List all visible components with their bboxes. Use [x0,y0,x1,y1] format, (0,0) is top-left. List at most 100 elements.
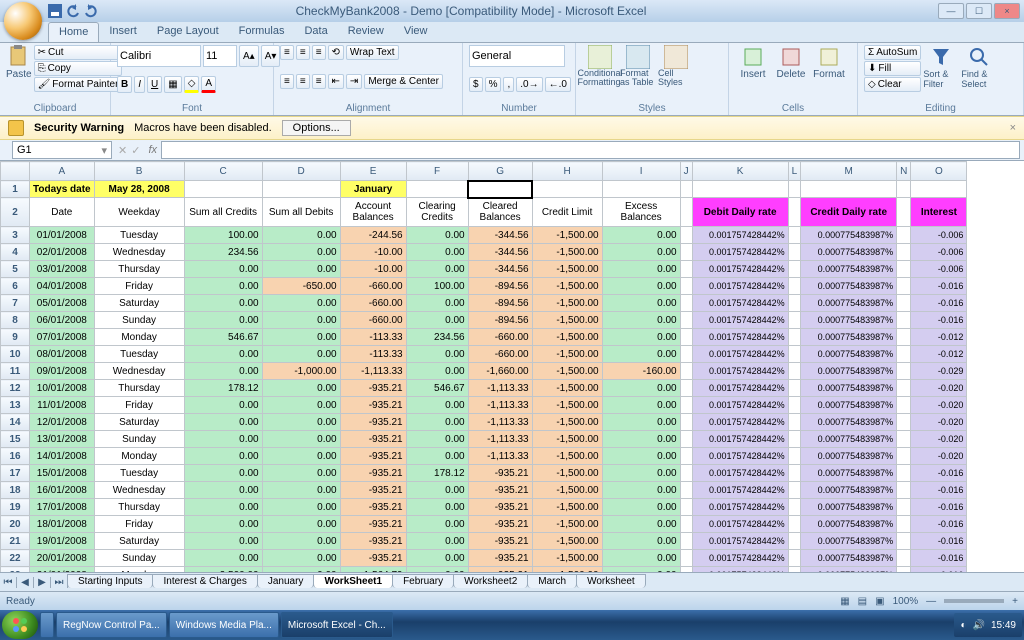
cell[interactable]: 15/01/2008 [30,465,95,482]
taskbar-app-button[interactable]: Windows Media Pla... [169,612,279,638]
cell[interactable] [602,181,680,198]
cell[interactable] [680,380,692,397]
indent-inc-button[interactable]: ⇥ [346,74,362,89]
delete-cells-button[interactable]: Delete [773,45,809,99]
cell[interactable] [788,550,801,567]
cell[interactable]: Saturday [94,295,184,312]
cell[interactable] [788,244,801,261]
col-header[interactable]: M [801,162,897,181]
cell[interactable] [788,380,801,397]
cell[interactable]: Saturday [94,414,184,431]
col-header[interactable]: G [468,162,532,181]
cell[interactable]: 0.000775483987% [801,431,897,448]
cell[interactable] [680,227,692,244]
grow-font-button[interactable]: A▴ [239,45,259,67]
cell[interactable]: 0.00 [602,397,680,414]
cell[interactable] [897,198,911,227]
inc-decimal-button[interactable]: .0→ [516,77,542,92]
cell[interactable]: Tuesday [94,465,184,482]
cell[interactable] [680,465,692,482]
cell[interactable]: 0.000775483987% [801,346,897,363]
cell[interactable]: 0.001757428442% [692,516,788,533]
taskbar-app-button[interactable] [40,612,54,638]
row-header[interactable]: 9 [1,329,30,346]
cell[interactable] [897,363,911,380]
row-header[interactable]: 23 [1,567,30,573]
cell[interactable]: -660.00 [340,295,406,312]
cell[interactable]: Sunday [94,550,184,567]
cell[interactable]: 0.00 [184,533,262,550]
cell[interactable] [680,431,692,448]
orientation-button[interactable]: ⟲ [328,45,344,60]
comma-button[interactable]: , [503,77,514,92]
cell[interactable]: -935.21 [468,533,532,550]
fill-color-button[interactable]: ◇ [184,76,200,93]
cell[interactable] [680,414,692,431]
tab-insert[interactable]: Insert [99,22,147,42]
cell[interactable]: Monday [94,567,184,573]
select-all-cell[interactable] [1,162,30,181]
cell[interactable]: 0.00 [184,261,262,278]
cell[interactable]: -0.016 [911,567,967,573]
cell[interactable]: 0.00 [184,414,262,431]
copy-button[interactable]: ⎘Copy [34,61,123,76]
cell[interactable]: -660.00 [468,346,532,363]
cell[interactable]: 0.00 [602,499,680,516]
cell[interactable]: 0.00 [262,448,340,465]
sheet-tab[interactable]: Worksheet2 [453,574,528,588]
cell[interactable] [406,181,468,198]
cell[interactable] [680,516,692,533]
cell[interactable]: 0.00 [184,465,262,482]
cell[interactable]: 07/01/2008 [30,329,95,346]
cell[interactable]: 09/01/2008 [30,363,95,380]
cell[interactable]: 0.00 [406,227,468,244]
tab-review[interactable]: Review [338,22,394,42]
cell[interactable]: -1,500.00 [532,550,602,567]
cell[interactable] [680,550,692,567]
cell[interactable]: Clearing Credits [406,198,468,227]
clear-button[interactable]: ◇ Clear [864,77,921,92]
col-header[interactable]: D [262,162,340,181]
cell[interactable] [897,550,911,567]
cell[interactable]: 0.00 [602,414,680,431]
formula-bar[interactable] [161,141,1020,159]
cell[interactable] [897,414,911,431]
cell[interactable] [788,414,801,431]
cell[interactable]: 01/01/2008 [30,227,95,244]
cell[interactable]: Wednesday [94,244,184,261]
cell[interactable]: Thursday [94,499,184,516]
cell[interactable]: 0.00 [184,346,262,363]
align-left-button[interactable]: ≡ [280,74,294,89]
name-box[interactable]: G1▾ [12,141,112,159]
start-button[interactable] [2,611,38,639]
cell[interactable] [897,261,911,278]
cell[interactable]: 0.00 [184,516,262,533]
tray-icon[interactable]: ◐ [960,620,966,631]
cell[interactable]: Friday [94,516,184,533]
cell[interactable]: Tuesday [94,346,184,363]
cell[interactable]: -0.016 [911,550,967,567]
cell[interactable]: -1,113.33 [468,397,532,414]
sort-filter-button[interactable]: Sort & Filter [923,45,959,92]
cell[interactable]: Todays date [30,181,95,198]
cell[interactable]: 0.00 [602,312,680,329]
col-header[interactable]: H [532,162,602,181]
cell[interactable]: 04/01/2008 [30,278,95,295]
enter-formula-icon[interactable]: ✓ [131,144,140,157]
cell[interactable]: 0.00 [184,312,262,329]
cell[interactable] [897,278,911,295]
cell[interactable]: Thursday [94,261,184,278]
underline-button[interactable]: U [147,76,162,93]
cell[interactable]: 0.000775483987% [801,278,897,295]
row-header[interactable]: 18 [1,482,30,499]
cell[interactable]: 0.000775483987% [801,499,897,516]
cell[interactable]: 0.00 [602,465,680,482]
cell[interactable]: -1,500.00 [532,516,602,533]
cell[interactable]: -935.21 [340,397,406,414]
align-bot-button[interactable]: ≡ [312,45,326,60]
cell[interactable]: 0.00 [262,295,340,312]
italic-button[interactable]: I [134,76,145,93]
cell[interactable]: 0.00 [184,550,262,567]
worksheet-grid[interactable]: ABCDEFGHIJKLMNO1Todays dateMay 28, 2008J… [0,161,1024,572]
cell[interactable]: -1,113.33 [468,414,532,431]
